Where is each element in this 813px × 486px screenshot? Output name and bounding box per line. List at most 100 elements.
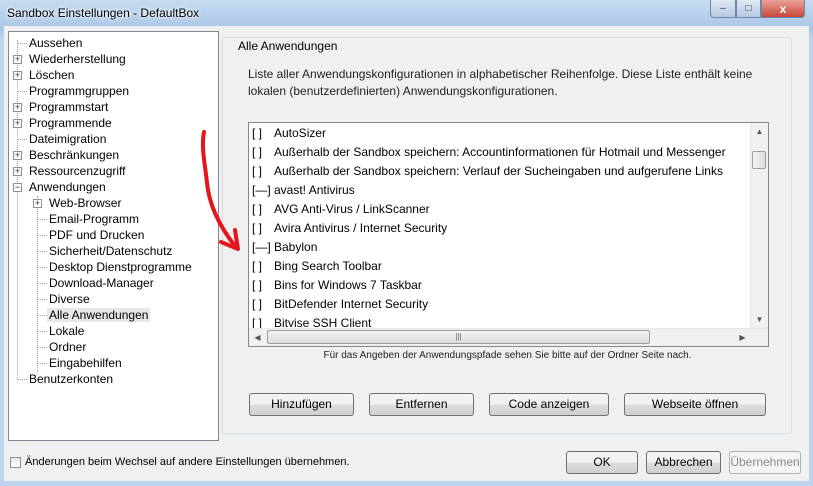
tree-item-label: Ressourcenzugriff xyxy=(29,164,126,178)
expand-icon[interactable]: + xyxy=(33,199,42,208)
show-code-button[interactable]: Code anzeigen xyxy=(489,393,609,416)
list-item[interactable]: [ ] BitDefender Internet Security xyxy=(252,295,428,314)
tree-item-dateimigration[interactable]: Dateimigration xyxy=(9,131,108,147)
open-website-button[interactable]: Webseite öffnen xyxy=(624,393,766,416)
horizontal-scroll-thumb[interactable]: ||| xyxy=(267,330,650,344)
tree-item-lokale[interactable]: Lokale xyxy=(29,323,86,339)
remove-button[interactable]: Entfernen xyxy=(369,393,474,416)
tree-item-wiederherstellung[interactable]: + Wiederherstellung xyxy=(9,51,128,67)
list-item[interactable]: [ ] Avira Antivirus / Internet Security xyxy=(252,219,447,238)
list-item[interactable]: [ ] Außerhalb der Sandbox speichern: Acco… xyxy=(252,143,726,162)
tree-item-alle-anwendungen[interactable]: Alle Anwendungen xyxy=(29,307,151,323)
apply-button[interactable]: Übernehmen xyxy=(729,451,801,474)
tree-item-loeschen[interactable]: + Löschen xyxy=(9,67,76,83)
item-checkbox[interactable]: [—] xyxy=(252,181,274,200)
cancel-button[interactable]: Abbrechen xyxy=(646,451,721,474)
tree-item-label: Anwendungen xyxy=(29,180,106,194)
scroll-corner xyxy=(751,329,768,346)
item-label: Bing Search Toolbar xyxy=(274,259,382,273)
item-checkbox[interactable]: [—] xyxy=(252,238,274,257)
tree-item-ordner[interactable]: Ordner xyxy=(29,339,88,355)
tree-item-web-browser[interactable]: + Web-Browser xyxy=(29,195,123,211)
scroll-down-icon[interactable]: ▼ xyxy=(751,311,768,328)
tree-item-label: Diverse xyxy=(49,292,90,306)
tree-item-label: Web-Browser xyxy=(49,196,122,210)
item-checkbox[interactable]: [ ] xyxy=(252,295,274,314)
expand-icon[interactable]: + xyxy=(13,167,22,176)
path-hint: Für das Angeben der Anwendungspfade sehe… xyxy=(323,350,692,361)
tree-item-label: PDF und Drucken xyxy=(49,228,145,242)
tree-item-beschraenkungen[interactable]: + Beschränkungen xyxy=(9,147,121,163)
item-checkbox[interactable]: [ ] xyxy=(252,200,274,219)
client-area: Aussehen + Wiederherstellung + Löschen Pro… xyxy=(4,26,809,481)
scroll-right-icon[interactable]: ▶ xyxy=(734,329,751,346)
item-checkbox[interactable]: [ ] xyxy=(252,143,274,162)
ok-button[interactable]: OK xyxy=(566,451,638,474)
list-item[interactable]: [ ] AVG Anti-Virus / LinkScanner xyxy=(252,200,430,219)
applications-list[interactable]: [ ] AutoSizer [ ] Außerhalb der Sandbox sp… xyxy=(248,122,769,347)
horizontal-scrollbar[interactable]: ◀ ||| ▶ xyxy=(249,328,768,346)
tree-item-programmstart[interactable]: + Programmstart xyxy=(9,99,110,115)
list-item[interactable]: [ ] AutoSizer xyxy=(252,124,326,143)
vertical-scrollbar[interactable]: ▲ ▼ xyxy=(750,123,768,328)
tree-item-pdf-drucken[interactable]: PDF und Drucken xyxy=(29,227,146,243)
tree-item-label: Programmende xyxy=(29,116,112,130)
item-checkbox[interactable]: [ ] xyxy=(252,276,274,295)
list-item[interactable]: [—] avast! Antivirus xyxy=(252,181,355,200)
item-label: Außerhalb der Sandbox speichern: Verlauf… xyxy=(274,164,723,178)
panel-description: Liste aller Anwendungskonfigurationen in… xyxy=(248,67,753,98)
tree-item-anwendungen[interactable]: − Anwendungen xyxy=(9,179,108,195)
item-label: Avira Antivirus / Internet Security xyxy=(274,221,448,235)
settings-tree[interactable]: Aussehen + Wiederherstellung + Löschen Pro… xyxy=(8,31,219,441)
apply-on-switch-label: Änderungen beim Wechsel auf andere Einst… xyxy=(25,456,350,468)
item-checkbox[interactable]: [ ] xyxy=(252,162,274,181)
tree-item-eingabehilfen[interactable]: Eingabehilfen xyxy=(29,355,124,371)
item-label: Bins for Windows 7 Taskbar xyxy=(274,278,422,292)
expand-icon[interactable]: + xyxy=(13,151,22,160)
list-item[interactable]: [ ] Außerhalb der Sandbox speichern: Verl… xyxy=(252,162,723,181)
item-checkbox[interactable]: [ ] xyxy=(252,219,274,238)
add-button[interactable]: Hinzufügen xyxy=(249,393,354,416)
expand-icon[interactable]: + xyxy=(13,103,22,112)
tree-item-aussehen[interactable]: Aussehen xyxy=(9,35,84,51)
tree-item-diverse[interactable]: Diverse xyxy=(29,291,92,307)
tree-item-benutzerkonten[interactable]: Benutzerkonten xyxy=(9,371,115,387)
scroll-up-icon[interactable]: ▲ xyxy=(751,123,768,140)
expand-icon[interactable]: + xyxy=(13,119,22,128)
tree-item-download-manager[interactable]: Download-Manager xyxy=(29,275,156,291)
scroll-left-icon[interactable]: ◀ xyxy=(249,329,266,346)
tree-item-label: Ordner xyxy=(49,340,87,354)
list-item[interactable]: [—] Babylon xyxy=(252,238,317,257)
item-checkbox[interactable]: [ ] xyxy=(252,124,274,143)
maximize-button[interactable]: □ xyxy=(736,0,761,18)
tree-item-desktop-dienstprogramme[interactable]: Desktop Dienstprogramme xyxy=(29,259,194,275)
tree-item-label: Email-Programm xyxy=(49,212,140,226)
tree-item-label: Desktop Dienstprogramme xyxy=(49,260,192,274)
tree-item-label: Aussehen xyxy=(29,36,83,50)
item-label: BitDefender Internet Security xyxy=(274,297,429,311)
tree-item-programmende[interactable]: + Programmende xyxy=(9,115,114,131)
tree-item-label: Benutzerkonten xyxy=(29,372,114,386)
apply-on-switch-checkbox[interactable] xyxy=(10,456,21,468)
apply-on-switch-option[interactable]: Änderungen beim Wechsel auf andere Einst… xyxy=(10,456,350,468)
red-arrow-annotation xyxy=(200,130,240,251)
tree-item-ressourcenzugriff[interactable]: + Ressourcenzugriff xyxy=(9,163,128,179)
tree-item-label: Download-Manager xyxy=(49,276,154,290)
expand-icon[interactable]: + xyxy=(13,71,22,80)
tree-item-label: Dateimigration xyxy=(29,132,107,146)
item-checkbox[interactable]: [ ] xyxy=(252,257,274,276)
list-item[interactable]: [ ] Bing Search Toolbar xyxy=(252,257,382,276)
item-label: Außerhalb der Sandbox speichern: Account… xyxy=(274,145,726,159)
minimize-button[interactable]: – xyxy=(710,0,736,18)
collapse-icon[interactable]: − xyxy=(13,183,22,192)
list-item[interactable]: [ ] Bins for Windows 7 Taskbar xyxy=(252,276,422,295)
tree-item-programmgruppen[interactable]: Programmgruppen xyxy=(9,83,131,99)
tree-item-email-programm[interactable]: Email-Programm xyxy=(29,211,141,227)
tree-item-label: Lokale xyxy=(49,324,85,338)
vertical-scroll-thumb[interactable] xyxy=(752,151,766,169)
title-bar[interactable]: Sandbox Einstellungen - DefaultBox – □ x xyxy=(0,0,813,26)
expand-icon[interactable]: + xyxy=(13,55,22,64)
close-button[interactable]: x xyxy=(761,0,805,18)
tree-item-sicherheit[interactable]: Sicherheit/Datenschutz xyxy=(29,243,174,259)
group-title: Alle Anwendungen xyxy=(234,39,342,53)
